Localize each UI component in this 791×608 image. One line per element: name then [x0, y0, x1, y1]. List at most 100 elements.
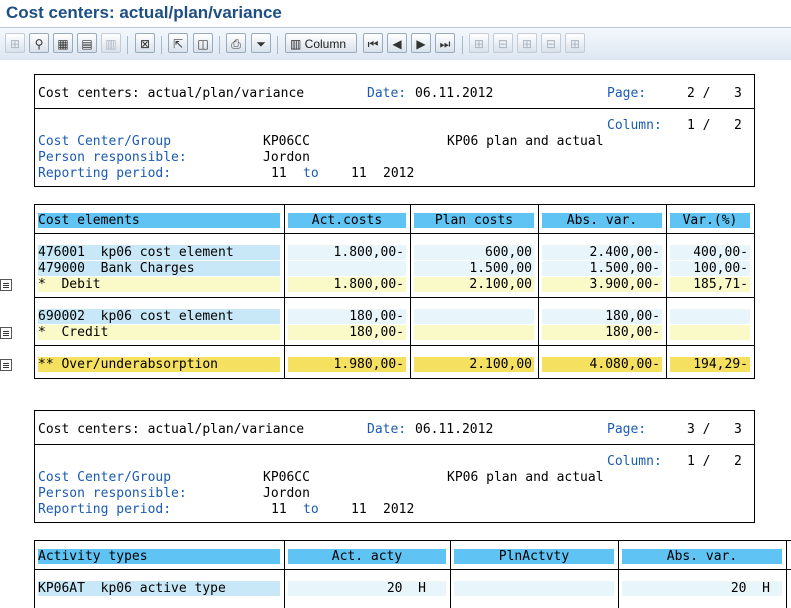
table-cell-act[interactable] — [288, 261, 406, 276]
person-label: Person responsible: — [38, 150, 187, 165]
window-title: Cost centers: actual/plan/variance — [6, 3, 282, 22]
date-label: Date: — [367, 86, 407, 101]
column-value: 1 / 2 — [687, 118, 742, 133]
table-cell-abs[interactable]: 180,00- — [542, 325, 662, 340]
col-header-plan-costs[interactable]: Plan costs — [414, 213, 534, 228]
table-cell-var[interactable]: 100,00- — [670, 261, 750, 276]
table-cell-var[interactable]: 400,00- — [670, 245, 750, 260]
report-title: Cost centers: actual/plan/variance — [38, 422, 305, 437]
table-row-label[interactable]: 479000 Bank Charges — [38, 261, 280, 276]
application-toolbar: ⊞ ⚲ ▦ ▤ ▥ ⊠ ⇱ ◫ ⎙ ⏷ ▥ Column ⏮ ◀ ▶ ⏭ ⊞ ⊟… — [0, 27, 791, 61]
page-label: Page: — [607, 86, 647, 101]
cost-center-label: Cost Center/Group — [38, 470, 172, 485]
table-cell-plan[interactable] — [454, 581, 614, 596]
expand-all-icon[interactable]: ⊞ — [517, 33, 537, 53]
subtotal-marker-icon[interactable] — [0, 279, 12, 291]
cost-center-value: KP06CC — [263, 470, 310, 485]
subtotal-marker-icon[interactable] — [0, 327, 12, 339]
last-page-icon[interactable]: ⏭ — [435, 33, 455, 53]
col-header-cost-elements[interactable]: Cost elements — [38, 213, 280, 228]
person-label: Person responsible: — [38, 486, 187, 501]
period-from: 11 — [271, 166, 287, 181]
hierarchy-icon[interactable]: ⊞ — [5, 33, 25, 53]
table-cell-plan[interactable] — [414, 325, 534, 340]
page-value: 3 / 3 — [687, 422, 742, 437]
table-cell-act[interactable]: 20 H — [288, 581, 446, 596]
col-header-pln-actvty[interactable]: PlnActvty — [454, 549, 614, 564]
table-cell-var[interactable]: 194,29- — [670, 357, 750, 372]
table-cell-var[interactable]: 185,71- — [670, 277, 750, 292]
table-cell-act[interactable]: 180,00- — [288, 325, 406, 340]
period-to-label: to — [303, 166, 319, 181]
table-row-label[interactable]: * Credit — [38, 325, 280, 340]
date-value: 06.11.2012 — [415, 86, 494, 101]
person-value: Jordon — [263, 150, 310, 165]
first-page-icon[interactable]: ⏮ — [363, 33, 383, 53]
expand-icon[interactable]: ⊞ — [469, 33, 489, 53]
period-to-label: to — [303, 502, 319, 517]
col-header-act-acty[interactable]: Act. acty — [288, 549, 446, 564]
table-row-label[interactable]: 690002 kp06 cost element — [38, 309, 280, 324]
table-cell-abs[interactable]: 4.080,00- — [542, 357, 662, 372]
report-area: Cost centers: actual/plan/variance Date:… — [0, 60, 791, 608]
table-cell-plan[interactable]: 600,00 — [414, 245, 534, 260]
table-cell-plan[interactable] — [414, 309, 534, 324]
report-title: Cost centers: actual/plan/variance — [38, 86, 305, 101]
total-marker-icon[interactable] — [0, 359, 12, 371]
table-cell-var[interactable] — [670, 309, 750, 324]
table-cell-act[interactable]: 1.800,00- — [288, 245, 406, 260]
print-icon[interactable]: ⎙ — [226, 33, 246, 53]
table-cell-abs[interactable]: 2.400,00- — [542, 245, 662, 260]
cost-center-desc: KP06 plan and actual — [447, 470, 604, 485]
table-cell-plan[interactable]: 1.500,00 — [414, 261, 534, 276]
column-button[interactable]: ▥ Column — [285, 33, 357, 53]
cost-center-label: Cost Center/Group — [38, 134, 172, 149]
table-cell-abs[interactable]: 20 H — [622, 581, 782, 596]
table-row-label[interactable]: 476001 kp06 cost element — [38, 245, 280, 260]
table-row-label[interactable]: * Debit — [38, 277, 280, 292]
page-value: 2 / 3 — [687, 86, 742, 101]
layout-icon[interactable]: ▤ — [77, 33, 97, 53]
prev-page-icon[interactable]: ◀ — [387, 33, 407, 53]
select-icon[interactable]: ⇱ — [168, 33, 188, 53]
period-year: 2012 — [383, 166, 415, 181]
table-row-label[interactable]: ** Over/underabsorption — [38, 357, 280, 372]
info-icon[interactable]: ▥ — [101, 33, 121, 53]
columns-icon[interactable]: ◫ — [193, 33, 213, 53]
column-button-label: Column — [304, 37, 347, 51]
grid-icon[interactable]: ▦ — [53, 33, 73, 53]
table-cell-abs[interactable]: 3.900,00- — [542, 277, 662, 292]
column-value: 1 / 2 — [687, 454, 742, 469]
table-cell-act[interactable]: 1.800,00- — [288, 277, 406, 292]
col-header-var-pct[interactable]: Var.(%) — [670, 213, 750, 228]
filter-icon[interactable]: ⏷ — [251, 33, 271, 53]
col-header-act-costs[interactable]: Act.costs — [288, 213, 406, 228]
collapse-icon[interactable]: ⊟ — [493, 33, 513, 53]
page-label: Page: — [607, 422, 647, 437]
find-icon[interactable]: ⚲ — [29, 33, 49, 53]
table-cell-act[interactable]: 1.980,00- — [288, 357, 406, 372]
table-row-label[interactable]: KP06AT kp06 active type — [38, 581, 280, 596]
period-label: Reporting period: — [38, 502, 172, 517]
cost-center-desc: KP06 plan and actual — [447, 134, 604, 149]
hierarchy-icon[interactable]: ⊞ — [565, 33, 585, 53]
table-cell-plan[interactable]: 2.100,00 — [414, 357, 534, 372]
table-cell-abs[interactable]: 180,00- — [542, 309, 662, 324]
column-label: Column: — [607, 454, 662, 469]
table-cell-abs[interactable]: 1.500,00- — [542, 261, 662, 276]
period-label: Reporting period: — [38, 166, 172, 181]
date-value: 06.11.2012 — [415, 422, 494, 437]
table-cell-plan[interactable]: 2.100,00 — [414, 277, 534, 292]
collapse-all-icon[interactable]: ⊟ — [541, 33, 561, 53]
column-label: Column: — [607, 118, 662, 133]
next-page-icon[interactable]: ▶ — [411, 33, 431, 53]
col-header-activity-types[interactable]: Activity types — [38, 549, 280, 564]
col-header-abs-var[interactable]: Abs. var. — [542, 213, 662, 228]
period-year: 2012 — [383, 502, 415, 517]
table-cell-act[interactable]: 180,00- — [288, 309, 406, 324]
table-cell-var[interactable] — [670, 325, 750, 340]
export-icon[interactable]: ⊠ — [135, 33, 155, 53]
col-header-abs-var[interactable]: Abs. var. — [622, 549, 782, 564]
period-to: 11 — [351, 166, 367, 181]
period-from: 11 — [271, 502, 287, 517]
